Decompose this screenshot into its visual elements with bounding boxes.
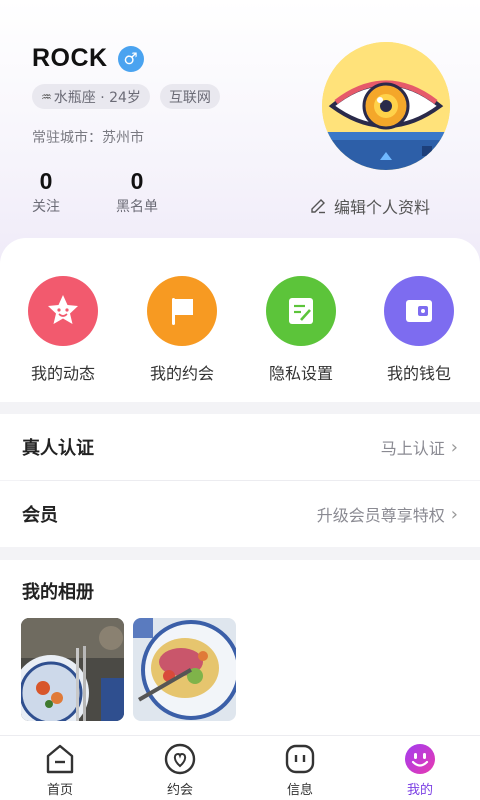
- tab-label: 约会: [166, 783, 193, 798]
- album-title: 我的相册: [22, 582, 94, 603]
- industry-tag: 互联网: [159, 84, 220, 109]
- eye-illustration-icon: [322, 42, 450, 170]
- blacklist-label: 黑名单: [116, 199, 158, 215]
- note-pencil-icon: [266, 276, 336, 346]
- quick-action-label: 隐私设置: [268, 364, 333, 383]
- tab-mine[interactable]: 我的: [380, 742, 460, 798]
- pencil-icon: [311, 199, 325, 214]
- quick-action-wallet[interactable]: 我的钱包: [369, 276, 469, 384]
- membership-action: 升级会员尊享特权 ›: [317, 502, 458, 526]
- zodiac-age-tag: ♒ 水瓶座 · 24岁: [32, 84, 150, 109]
- tab-label: 我的: [406, 783, 433, 798]
- quick-action-moments[interactable]: 我的动态: [13, 276, 113, 384]
- tab-messages[interactable]: 信息: [260, 742, 340, 798]
- follow-count: 0: [39, 168, 53, 194]
- wallet-icon: [384, 276, 454, 346]
- album-photo[interactable]: [133, 618, 236, 721]
- verification-row[interactable]: 真人认证 马上认证 ›: [0, 414, 480, 480]
- heart-icon: [164, 743, 196, 775]
- username: ROCK: [32, 44, 108, 72]
- aquarius-icon: ♒: [41, 89, 52, 104]
- name-row: ROCK ♂: [32, 44, 144, 73]
- blacklist-stat[interactable]: 0 黑名单: [116, 168, 158, 216]
- membership-title: 会员: [22, 505, 58, 526]
- chevron-right-icon: ›: [450, 503, 458, 525]
- quick-action-privacy[interactable]: 隐私设置: [251, 276, 351, 384]
- follow-label: 关注: [32, 199, 60, 215]
- message-icon: [285, 744, 315, 774]
- quick-action-label: 我的钱包: [386, 364, 451, 383]
- tab-label: 信息: [286, 783, 313, 798]
- home-icon: [46, 744, 74, 774]
- tab-dates[interactable]: 约会: [140, 742, 220, 798]
- blacklist-count: 0: [130, 168, 144, 194]
- quick-action-label: 我的动态: [30, 364, 95, 383]
- edit-profile-button[interactable]: 编辑个人资料: [310, 194, 430, 218]
- male-gender-icon: ♂: [117, 45, 144, 72]
- chevron-right-icon: ›: [450, 436, 458, 458]
- profile-face-icon: [405, 744, 435, 774]
- quick-action-dates[interactable]: 我的约会: [132, 276, 232, 384]
- verification-title: 真人认证: [22, 438, 94, 459]
- bottom-tab-bar: 首页 约会 信息 我的: [0, 735, 480, 800]
- album-section: 我的相册: [0, 560, 480, 735]
- profile-header: ROCK ♂ ♒ 水瓶座 · 24岁 互联网 常驻城市：苏州市 0 关注 0 黑…: [0, 0, 480, 270]
- quick-actions-card: 我的动态 我的约会 隐私设置 我的钱包: [0, 238, 480, 402]
- flag-icon: [147, 276, 217, 346]
- follow-stat[interactable]: 0 关注: [32, 168, 60, 216]
- city-label: 常驻城市：苏州市: [32, 130, 144, 146]
- profile-tags: ♒ 水瓶座 · 24岁 互联网: [32, 84, 220, 109]
- membership-row[interactable]: 会员 升级会员尊享特权 ›: [0, 481, 480, 547]
- tab-label: 首页: [46, 783, 73, 798]
- avatar[interactable]: [322, 42, 450, 170]
- profile-stats: 0 关注 0 黑名单: [32, 168, 214, 216]
- quick-action-label: 我的约会: [149, 364, 214, 383]
- album-photo[interactable]: [21, 618, 124, 721]
- star-face-icon: [28, 276, 98, 346]
- verification-action: 马上认证 ›: [381, 435, 458, 459]
- membership-action-label: 升级会员尊享特权: [316, 506, 445, 525]
- tab-home[interactable]: 首页: [20, 742, 100, 798]
- verification-action-label: 马上认证: [380, 439, 445, 458]
- edit-profile-label: 编辑个人资料: [334, 198, 431, 217]
- zodiac-age-text: 水瓶座 · 24岁: [53, 89, 141, 106]
